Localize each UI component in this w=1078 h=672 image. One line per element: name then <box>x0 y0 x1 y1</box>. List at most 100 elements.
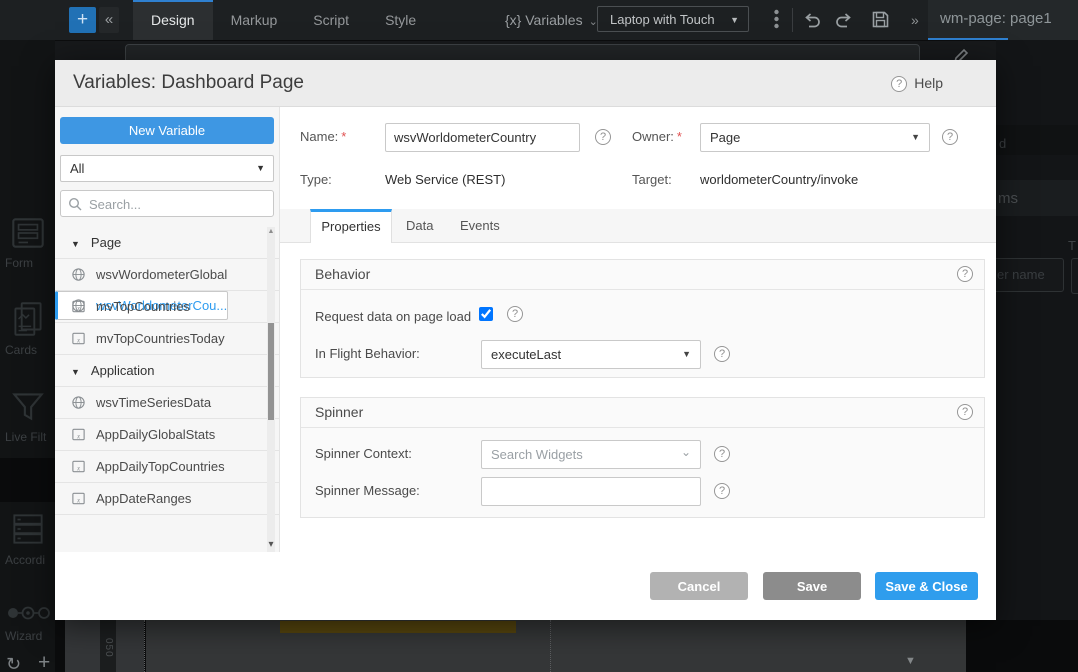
svg-text:x: x <box>76 336 81 344</box>
web-service-icon <box>71 395 86 410</box>
highlighted-widget-bar <box>280 621 516 633</box>
tree-item-mvTopCountriesToday[interactable]: xmvTopCountriesToday <box>55 323 280 355</box>
tree-label: Application <box>91 363 155 378</box>
tree-label: mvTopCountries <box>96 299 190 314</box>
chevron-down-icon: ⌄ <box>681 439 691 466</box>
scroll-down-icon[interactable]: ▾ <box>265 539 277 550</box>
required-mark: * <box>677 129 682 144</box>
help-label: Help <box>914 75 943 91</box>
redo-icon[interactable] <box>834 10 855 35</box>
palette-item-form[interactable] <box>0 212 55 259</box>
tab-script[interactable]: Script <box>295 0 367 40</box>
refresh-icon[interactable]: ↻ <box>6 654 21 672</box>
tree-item-AppDateRanges[interactable]: xAppDateRanges <box>55 483 280 515</box>
page-tab[interactable]: wm-page: page1 <box>928 0 1078 40</box>
request-data-label: Request data on page load <box>315 309 471 324</box>
palette-label-accordion: Accordi <box>5 553 55 567</box>
svg-text:x: x <box>76 464 81 472</box>
owner-select[interactable]: Page ▼ <box>700 123 930 152</box>
scroll-up-icon[interactable]: ▲ <box>267 228 275 235</box>
more-options-icon[interactable] <box>769 9 783 34</box>
spinner-help-icon[interactable]: ? <box>957 404 973 420</box>
inflight-select[interactable]: executeLast ▼ <box>481 340 701 369</box>
canvas-ruler: 050 <box>100 620 116 672</box>
caret-down-icon: ▼ <box>71 239 80 249</box>
tree-label: Page <box>91 235 121 250</box>
save-and-close-button[interactable]: Save & Close <box>875 572 978 600</box>
variable-tree: ▼Page wsvWordometerGlobal wsvWorldometer… <box>55 227 280 552</box>
tree-item-wsvTimeSeriesData[interactable]: wsvTimeSeriesData <box>55 387 280 419</box>
inflight-help-icon[interactable]: ? <box>714 346 730 362</box>
tree-item-AppDailyTopCountries[interactable]: x AppDailyTopCountries <box>55 451 280 483</box>
canvas-edge <box>966 620 1078 672</box>
tree-item-wsvWordometerGlobal[interactable]: wsvWordometerGlobal <box>55 259 280 291</box>
request-data-checkbox[interactable] <box>479 307 493 321</box>
svg-text:x: x <box>76 496 81 504</box>
help-link[interactable]: ? Help <box>891 60 943 106</box>
add-icon[interactable]: + <box>38 651 50 672</box>
behavior-section-header: Behavior ? <box>301 260 984 290</box>
tab-events[interactable]: Events <box>460 209 500 243</box>
right-panel-input-fragment[interactable]: er name <box>988 258 1064 292</box>
inflight-select-value: executeLast <box>491 347 561 362</box>
variable-detail-panel: Name:* ? Owner:* Page ▼ ? Type: Web Serv… <box>280 107 996 612</box>
undo-icon[interactable] <box>801 10 822 35</box>
tree-label: AppDailyTopCountries <box>96 459 225 474</box>
variables-dialog: Variables: Dashboard Page ?Help New Vari… <box>55 60 996 620</box>
model-variable-icon: x <box>71 299 86 314</box>
new-variable-button[interactable]: New Variable <box>60 117 274 144</box>
divider <box>792 8 793 32</box>
tree-item-AppDailyGlobalStats[interactable]: xAppDailyGlobalStats <box>55 419 280 451</box>
chevron-right-icon[interactable]: » <box>911 0 919 40</box>
spinner-context-help-icon[interactable]: ? <box>714 446 730 462</box>
tree-label: AppDailyGlobalStats <box>96 427 215 442</box>
palette-item-cards[interactable] <box>0 298 55 345</box>
owner-help-icon[interactable]: ? <box>942 129 958 145</box>
owner-select-value: Page <box>710 130 740 145</box>
name-label: Name:* <box>300 129 346 144</box>
add-widget-button[interactable]: + <box>69 7 96 33</box>
right-panel-text-fragment: T <box>1068 238 1076 253</box>
name-input[interactable] <box>385 123 580 152</box>
collapse-left-icon[interactable]: « <box>99 7 119 33</box>
topbar: + « Design Markup Script Style {x} Varia… <box>0 0 1078 41</box>
target-label: Target: <box>632 172 672 187</box>
tab-properties[interactable]: Properties <box>310 209 392 243</box>
model-variable-icon: x <box>71 459 86 474</box>
tab-data[interactable]: Data <box>406 209 433 243</box>
tab-style[interactable]: Style <box>367 0 434 40</box>
name-help-icon[interactable]: ? <box>595 129 611 145</box>
spinner-context-select[interactable]: Search Widgets ⌄ <box>481 440 701 469</box>
caret-down-icon: ▼ <box>71 367 80 377</box>
device-selector[interactable]: Laptop with Touch ▼ <box>597 6 749 32</box>
save-icon[interactable] <box>870 9 891 35</box>
palette-item-wizard[interactable] <box>0 598 55 633</box>
variable-filter-select[interactable]: All ▼ <box>60 155 274 182</box>
palette-item-accordion[interactable] <box>0 508 55 555</box>
palette-separator <box>0 458 55 502</box>
request-data-help-icon[interactable]: ? <box>507 306 523 322</box>
inflight-label: In Flight Behavior: <box>315 346 420 361</box>
spinner-message-input[interactable] <box>481 477 701 506</box>
right-panel-input-fragment <box>1071 258 1078 294</box>
spinner-message-help-icon[interactable]: ? <box>714 483 730 499</box>
web-service-icon <box>71 267 86 282</box>
help-icon: ? <box>891 76 907 92</box>
search-input[interactable] <box>87 192 271 217</box>
variables-menu[interactable]: {x} Variables⌄ <box>505 0 598 42</box>
tree-label: wsvWordometerGlobal <box>96 267 227 282</box>
save-button[interactable]: Save <box>763 572 861 600</box>
tree-group-page[interactable]: ▼ Page <box>55 227 280 259</box>
cancel-button[interactable]: Cancel <box>650 572 748 600</box>
tab-design[interactable]: Design <box>133 0 213 40</box>
tree-group-application[interactable]: ▼ Application <box>55 355 280 387</box>
right-panel-text-fragment: d <box>999 136 1006 151</box>
palette-item-live-filter[interactable] <box>0 385 55 432</box>
canvas-edge <box>55 620 65 672</box>
tree-scrollbar-thumb[interactable] <box>268 323 274 420</box>
tree-item-mvTopCountries[interactable]: x mvTopCountries <box>55 291 280 323</box>
spinner-title: Spinner <box>315 404 363 420</box>
caret-down-icon: ▼ <box>730 7 739 33</box>
behavior-help-icon[interactable]: ? <box>957 266 973 282</box>
tab-markup[interactable]: Markup <box>213 0 296 40</box>
